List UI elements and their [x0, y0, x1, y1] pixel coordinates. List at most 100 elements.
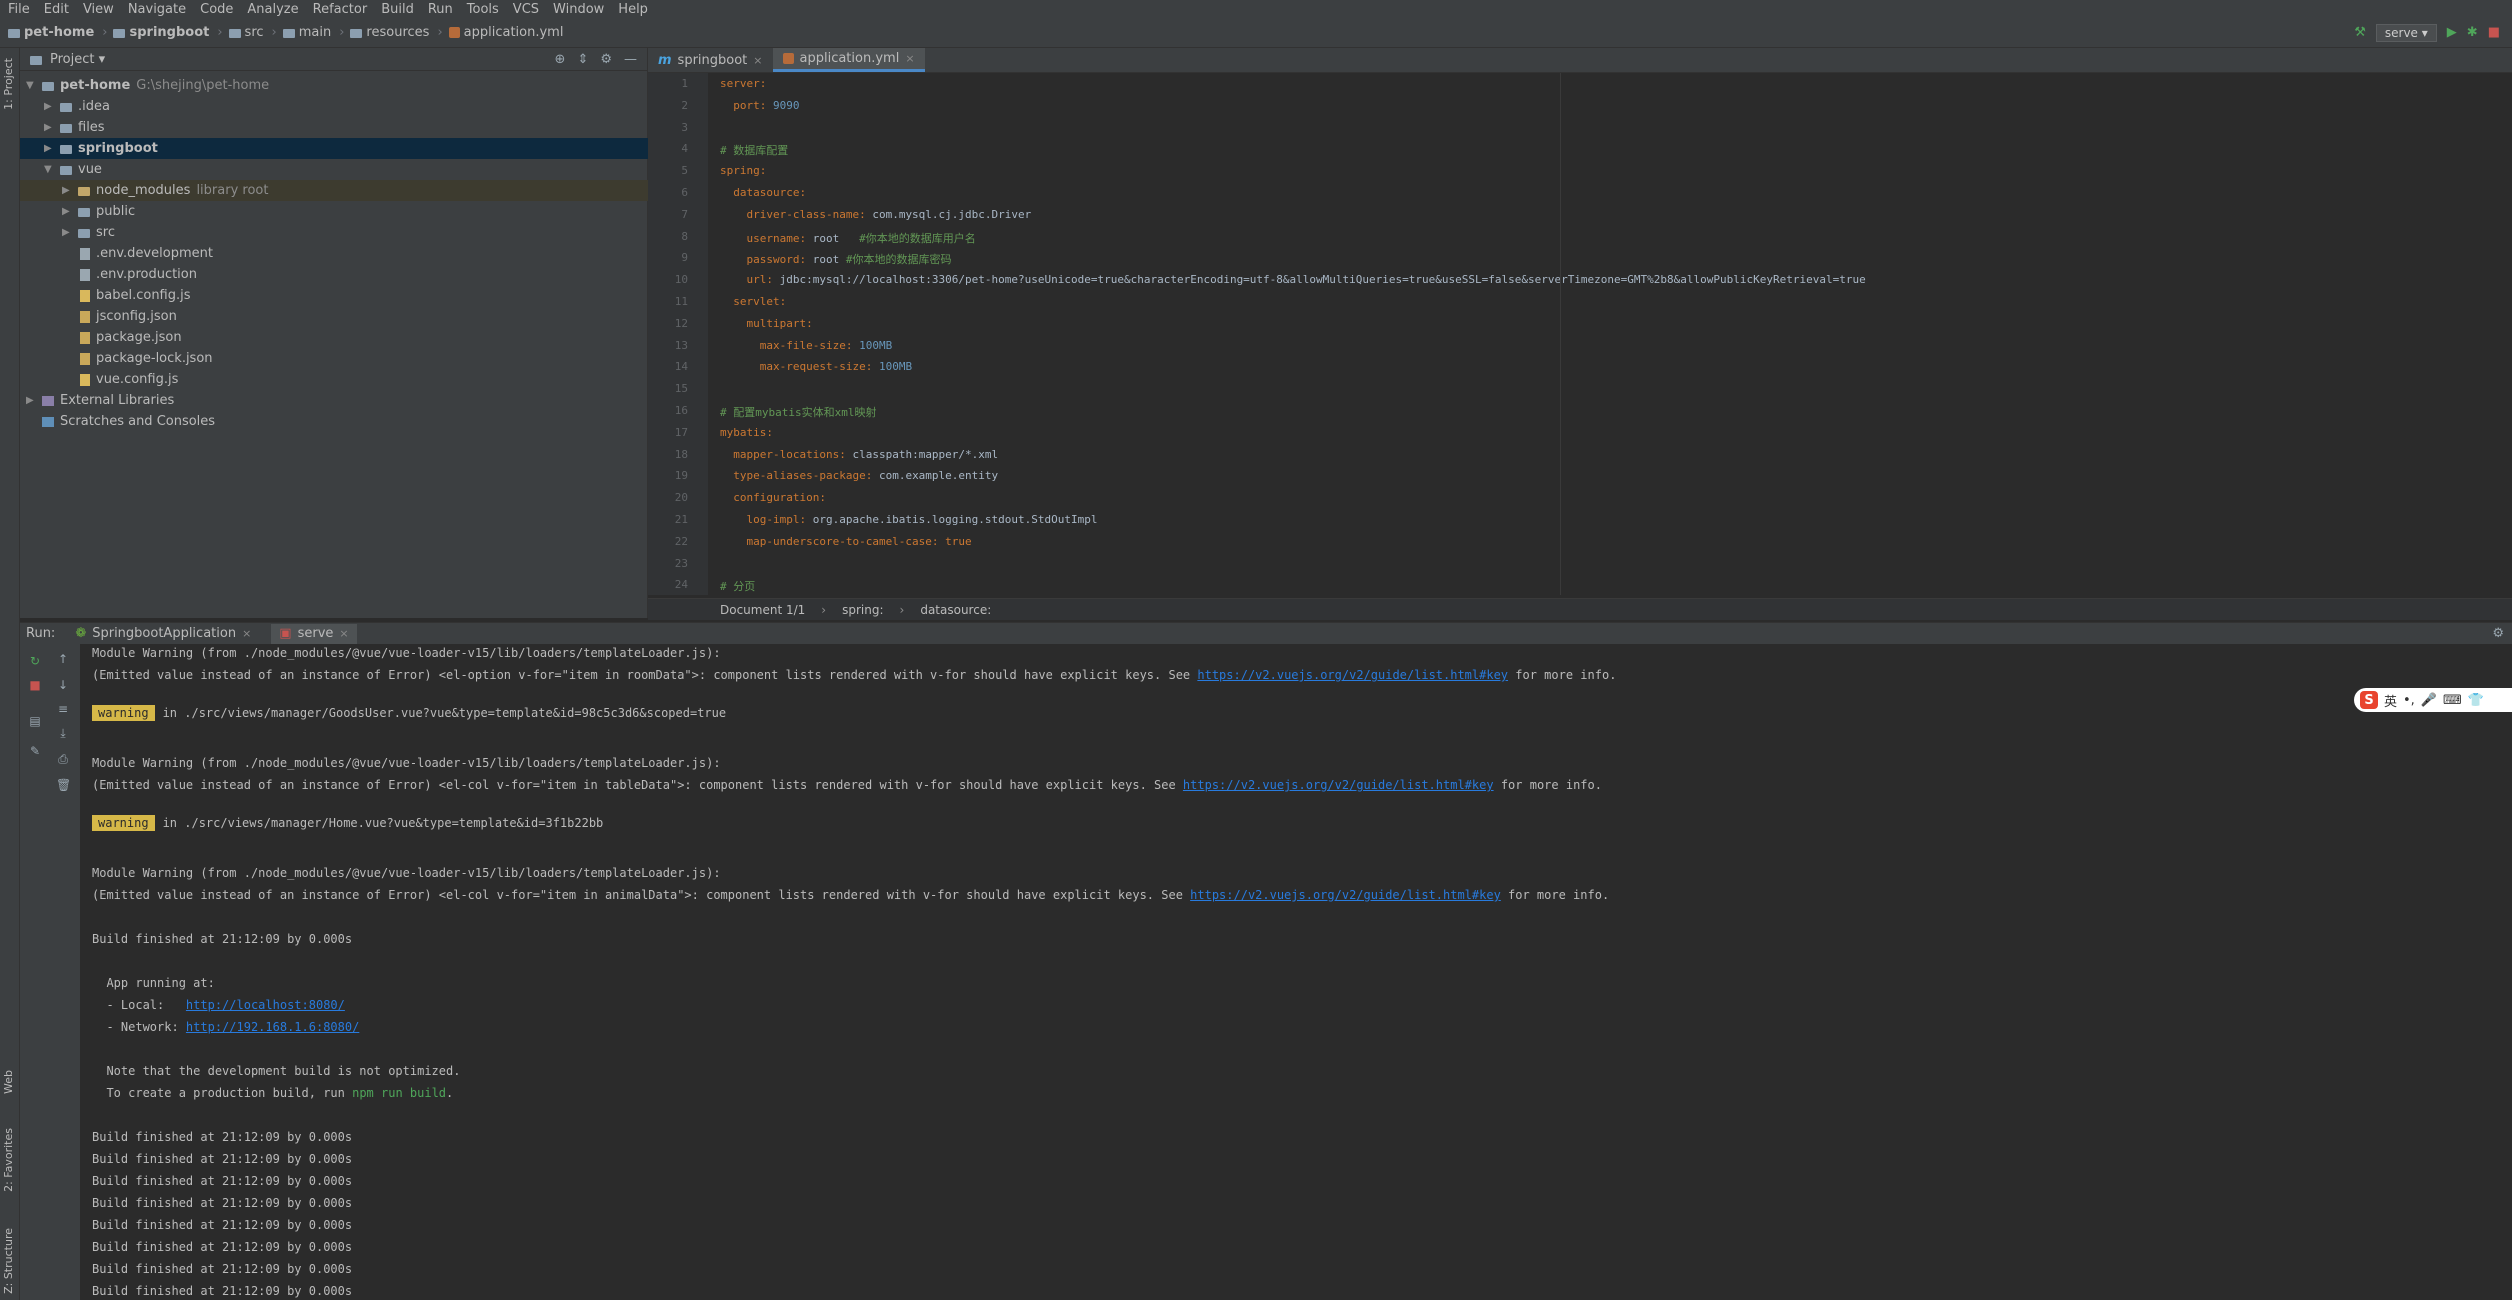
run-tab-springboot-application[interactable]: ❁ SpringbootApplication ×	[67, 624, 259, 644]
tab-springboot[interactable]: m springboot ×	[648, 48, 773, 72]
breadcrumb-src[interactable]: src ›	[228, 25, 277, 40]
menu-run[interactable]: Run	[428, 2, 453, 17]
tab-application-yml[interactable]: application.yml ×	[772, 48, 925, 72]
hammer-build-icon[interactable]: ⚒	[2354, 25, 2366, 40]
close-icon[interactable]: ×	[905, 52, 914, 65]
menu-vcs[interactable]: VCS	[513, 2, 539, 17]
soft-wrap-icon[interactable]: ≡	[56, 702, 70, 716]
menu-build[interactable]: Build	[381, 2, 414, 17]
microphone-icon[interactable]: 🎤	[2421, 693, 2437, 708]
local-url-link[interactable]: http://localhost:8080/	[186, 998, 345, 1012]
code-line: map-underscore-to-camel-case: true	[720, 534, 972, 548]
web-tool-button[interactable]: Web	[2, 1070, 15, 1094]
run-tab-serve[interactable]: ▣ serve ×	[271, 623, 357, 644]
ime-language-label[interactable]: 英	[2384, 691, 2397, 710]
tree-item-public[interactable]: ▶ public	[20, 201, 690, 222]
console-link[interactable]: https://v2.vuejs.org/v2/guide/list.html#…	[1197, 668, 1508, 682]
tree-item-node-modules[interactable]: ▶ node_modules library root	[20, 180, 690, 201]
gear-icon[interactable]: ⚙	[600, 52, 612, 67]
stop-icon[interactable]: ■	[2488, 25, 2500, 40]
menu-refactor[interactable]: Refactor	[313, 2, 368, 17]
code-line: max-request-size: 100MB	[720, 360, 913, 374]
tree-item-external-libraries[interactable]: ▶ External Libraries	[20, 390, 654, 411]
close-icon[interactable]: ×	[753, 54, 762, 67]
console-line: Build finished at 21:12:09 by 0.000s	[92, 1284, 353, 1298]
debug-icon[interactable]: ✱	[2467, 25, 2478, 40]
tree-item-jsconfig[interactable]: jsconfig.json	[20, 306, 708, 327]
tree-item-pet-home[interactable]: ▼ pet-home G:\shejing\pet-home	[20, 75, 654, 96]
run-icon[interactable]: ▶	[2447, 25, 2457, 40]
menu-navigate[interactable]: Navigate	[128, 2, 186, 17]
tree-item-files[interactable]: ▶ files	[20, 117, 672, 138]
close-icon[interactable]: ×	[242, 627, 251, 640]
collapse-all-icon[interactable]: ⇕	[577, 52, 588, 67]
network-url-link[interactable]: http://192.168.1.6:8080/	[186, 1020, 359, 1034]
breadcrumb-application-yml[interactable]: application.yml	[448, 25, 563, 40]
menu-file[interactable]: File	[8, 2, 30, 17]
path-spring[interactable]: spring:	[842, 603, 883, 617]
project-tool-button[interactable]: 1: Project	[2, 58, 15, 110]
print-icon[interactable]: ⎙	[56, 752, 70, 766]
favorites-tool-button[interactable]: 2: Favorites	[2, 1128, 15, 1192]
pin-icon[interactable]: ✎	[28, 744, 42, 758]
gear-icon[interactable]: ⚙	[2492, 626, 2512, 641]
menu-view[interactable]: View	[83, 2, 114, 17]
menu-tools[interactable]: Tools	[467, 2, 499, 17]
scroll-to-end-icon[interactable]: ⤓	[56, 726, 70, 740]
code-line: multipart:	[720, 316, 813, 330]
tree-item-idea[interactable]: ▶ .idea	[20, 96, 672, 117]
breadcrumb-resources[interactable]: resources ›	[350, 25, 443, 40]
tree-item-babel-config[interactable]: babel.config.js	[20, 285, 708, 306]
console-output[interactable]: Module Warning (from ./node_modules/@vue…	[80, 644, 2512, 1300]
scroll-down-icon[interactable]: ↓	[56, 678, 70, 692]
code-line: max-file-size: 100MB	[720, 338, 893, 352]
tree-item-package-lock[interactable]: package-lock.json	[20, 348, 708, 369]
line-number: 9	[681, 251, 688, 265]
line-number: 17	[674, 425, 688, 439]
tree-item-package-json[interactable]: package.json	[20, 327, 708, 348]
console-line: - Network: http://192.168.1.6:8080/	[92, 1020, 360, 1034]
menu-window[interactable]: Window	[553, 2, 604, 17]
line-number: 8	[681, 229, 688, 243]
project-view-select[interactable]: Project ▾	[50, 52, 105, 67]
tree-item-scratches[interactable]: Scratches and Consoles	[20, 411, 670, 432]
minimize-icon[interactable]: —	[624, 52, 637, 67]
tree-item-env-development[interactable]: .env.development	[20, 243, 708, 264]
punctuation-icon[interactable]: •,	[2403, 693, 2415, 708]
console-line: (Emitted value instead of an instance of…	[92, 888, 1610, 902]
close-icon[interactable]: ×	[339, 627, 348, 640]
locate-icon[interactable]: ⊕	[555, 52, 566, 67]
path-datasource[interactable]: datasource:	[920, 603, 991, 617]
console-link[interactable]: https://v2.vuejs.org/v2/guide/list.html#…	[1183, 778, 1494, 792]
tree-item-src[interactable]: ▶ src	[20, 222, 690, 243]
skin-icon[interactable]: 👕	[2468, 693, 2484, 708]
rerun-icon[interactable]: ↻	[28, 654, 42, 668]
tree-item-env-production[interactable]: .env.production	[20, 264, 708, 285]
menu-code[interactable]: Code	[200, 2, 233, 17]
line-number: 24	[674, 578, 688, 592]
tree-item-vue[interactable]: ▼ vue	[20, 159, 672, 180]
layout-icon[interactable]: ▤	[28, 714, 42, 728]
code-editor[interactable]: server: port: 9090 # 数据库配置 spring: datasou…	[708, 73, 2512, 595]
console-link[interactable]: https://v2.vuejs.org/v2/guide/list.html#…	[1190, 888, 1501, 902]
menu-edit[interactable]: Edit	[44, 2, 69, 17]
structure-tool-button[interactable]: Z: Structure	[2, 1228, 15, 1294]
scroll-up-icon[interactable]: ↑	[56, 652, 70, 666]
menu-analyze[interactable]: Analyze	[247, 2, 298, 17]
console-line: Build finished at 21:12:09 by 0.000s	[92, 1262, 353, 1276]
tree-item-springboot[interactable]: ▶ springboot	[20, 138, 672, 159]
stop-icon[interactable]: ■	[28, 678, 42, 692]
breadcrumb-main[interactable]: main ›	[282, 25, 344, 40]
keyboard-icon[interactable]: ⌨	[2443, 693, 2462, 708]
run-configuration-select[interactable]: serve ▾	[2375, 23, 2437, 42]
breadcrumb-springboot[interactable]: springboot ›	[113, 25, 223, 40]
line-number: 3	[681, 120, 688, 134]
code-line: url: jdbc:mysql://localhost:3306/pet-hom…	[720, 273, 1866, 287]
tree-item-vue-config[interactable]: vue.config.js	[20, 369, 708, 390]
project-panel: Project ▾ ⊕ ⇕ ⚙ — ▼ pet-home G:\shejing\pe…	[20, 48, 690, 618]
ime-toolbar[interactable]: S 英 •, 🎤 ⌨ 👕	[2354, 688, 2512, 712]
console-line: warning in ./src/views/manager/Home.vue?v…	[92, 815, 603, 831]
menu-help[interactable]: Help	[618, 2, 648, 17]
trash-icon[interactable]: 🗑	[56, 778, 71, 792]
breadcrumb-pet-home[interactable]: pet-home ›	[8, 25, 107, 40]
